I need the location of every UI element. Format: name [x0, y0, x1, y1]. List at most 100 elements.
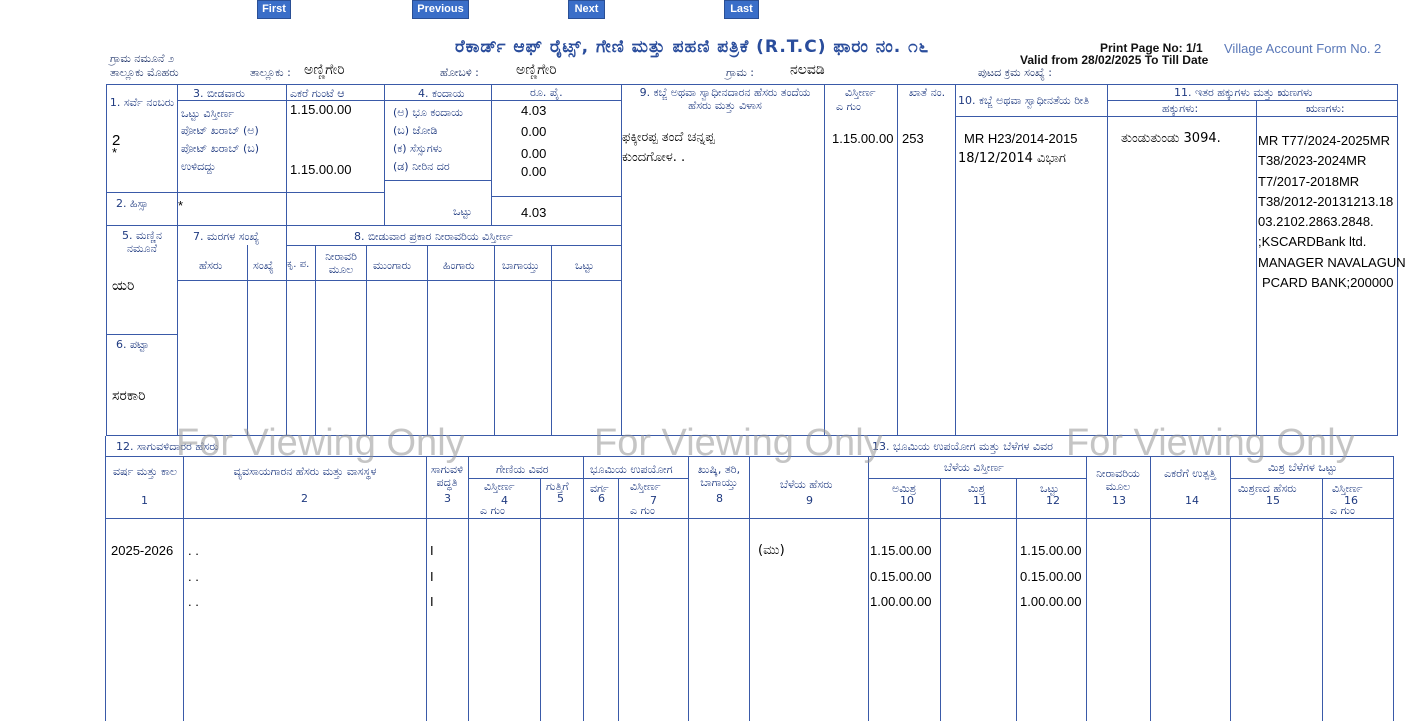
- owner-header: 9. ಕಬ್ಜೆ ಅಥವಾ ಸ್ವಾಧೀನದಾರನ ಹೆಸರು ತಂದೆಯ ಹೆ…: [639, 86, 811, 112]
- patta-label: 6. ಪಟ್ಟಾ: [116, 338, 149, 351]
- crop-total-area: 0.15.00.00: [1020, 569, 1082, 584]
- first-button[interactable]: First: [257, 0, 291, 19]
- soil-label: 5. ಮಣ್ಣಿನ ನಮೂನೆ: [122, 229, 162, 255]
- col-number: 8: [716, 492, 723, 505]
- owner-address: ಕುಂದಗೋಳ. .: [622, 150, 686, 165]
- col-crop-name-header: ಬೆಳೆಯ ಹೆಸರು: [780, 478, 833, 491]
- tree-label: 7. ಮರಗಳ ಸಂಖ್ಯೆ: [193, 230, 260, 243]
- crop-year: 2025-2026: [111, 543, 174, 558]
- village-value: ನಲವಡಿ: [790, 62, 825, 78]
- cess-label: (ಕ) ಸೆಸ್ಸುಗಳು: [393, 142, 443, 155]
- crop-cultivator: . .: [188, 543, 199, 558]
- rights-header: 11. ಇತರ ಹಕ್ಕುಗಳು ಮತ್ತು ಋಣಗಳು: [1174, 86, 1313, 99]
- hissa-label: 2. ಹಿಸ್ಸಾ: [116, 197, 149, 210]
- jodi-value: 0.00: [521, 124, 547, 139]
- watermark: For Viewing Only: [594, 422, 883, 464]
- rs-label: ರೂ. ಪೈ.: [530, 86, 563, 99]
- form-label: ಗ್ರಾಮ ನಮೂನೆ ೨: [110, 52, 175, 65]
- total-area-label: ಒಟ್ಟು ವಿಸ್ತೀರ್ಣ: [181, 107, 234, 120]
- col-number: 6: [598, 492, 605, 505]
- owner-area-units: ಎ ಗುಂ: [836, 100, 861, 113]
- owner-area-header: ವಿಸ್ತೀರ್ಣ: [845, 86, 876, 99]
- crop-cultivator: . .: [188, 569, 199, 584]
- col-landuse-header: ಭೂಮಿಯ ಉಪಯೋಗ: [590, 463, 673, 476]
- mutation-header: 10. ಕಬ್ಜೆ ಅಥವಾ ಸ್ವಾಧೀನತೆಯ ರೀತಿ: [958, 94, 1090, 107]
- tree-count-header: ಸಂಖ್ಯೆ: [253, 259, 274, 272]
- remaining-value: 1.15.00.00: [290, 162, 352, 177]
- patta-value: ಸರಕಾರಿ: [112, 388, 146, 404]
- col-number: 9: [806, 494, 813, 507]
- crop-method: I: [430, 543, 434, 558]
- survey-no-label: 1. ಸರ್ವೆ ನಂಬರು: [109, 96, 175, 109]
- total-area-value: 1.15.00.00: [290, 102, 352, 117]
- rights-sub-header: ಹಕ್ಕುಗಳು:: [1162, 102, 1199, 115]
- ottu-header: ಒಟ್ಟು: [575, 259, 594, 272]
- crop-pure-area: 1.00.00.00: [870, 594, 932, 609]
- col-number: 11: [973, 494, 987, 507]
- survey-star: *: [112, 145, 118, 160]
- col-number: 10: [900, 494, 914, 507]
- liability-line: 03.2102.2863.2848.: [1258, 214, 1374, 230]
- units-eg: ಎ ಗುಂ: [630, 504, 655, 517]
- liability-line: MR T77/2024-2025MR: [1258, 133, 1390, 148]
- last-button[interactable]: Last: [724, 0, 759, 19]
- bagayat-header: ಬಾಗಾಯ್ತು: [502, 259, 540, 272]
- liability-line: T38/2023-2024MR: [1258, 153, 1367, 169]
- rights-value: ತುಂಡುತುಂಡು 3094.: [1121, 131, 1221, 146]
- previous-button[interactable]: Previous: [412, 0, 469, 19]
- hobli-value: ಅಣ್ಣಿಗೇರಿ: [516, 62, 557, 78]
- page-title: ರೆಕಾರ್ಡ್ ಆಫ್ ರೈಟ್ಸ್, ಗೇಣಿ ಮತ್ತು ಪಹಣಿ ಪತ್…: [455, 37, 930, 57]
- tree-name-header: ಹೆಸರು: [199, 259, 223, 272]
- land-rev-value: 4.03: [521, 103, 547, 118]
- col-number: 3: [444, 492, 451, 505]
- khata-value: 253: [902, 131, 924, 146]
- form-name: Village Account Form No. 2: [1224, 41, 1382, 56]
- crop-name: (ಮು): [758, 543, 785, 558]
- col-yield-header: ಎಕರೆಗೆ ಉತ್ಪತ್ತಿ: [1164, 467, 1216, 480]
- crop-total-area: 1.15.00.00: [1020, 543, 1082, 558]
- col-irrigation-header: ನೀರಾವರಿಯ ಮೂಲ: [1096, 467, 1140, 493]
- ekare-header: ಎಕರೆ ಗುಂಟೆ ಆ: [290, 87, 345, 100]
- hissa-value: *: [178, 198, 184, 213]
- units-eg: ಎ ಗುಂ: [1330, 504, 1355, 517]
- total-value: 4.03: [521, 205, 547, 220]
- soil-value: ಯರಿ: [112, 278, 135, 294]
- page-serial-label: ಪುಟದ ಕ್ರಮ ಸಂಖ್ಯೆ :: [978, 66, 1052, 79]
- water-label: (ಡ) ನೀರಿನ ದರ: [393, 160, 450, 173]
- owner-name: ಫಕ್ಕೀರಪ್ಪ ತಂದೆ ಚನ್ನಪ್ಪ: [622, 130, 715, 145]
- liability-line: PCARD BANK;200000: [1262, 275, 1394, 291]
- remaining-label: ಉಳಿದದ್ದು: [181, 160, 216, 173]
- liability-line: T7/2017-2018MR: [1258, 173, 1360, 189]
- next-button[interactable]: Next: [568, 0, 605, 19]
- jodi-label: (ಬ) ಜೋಡಿ: [393, 124, 438, 137]
- crop-method: I: [430, 594, 434, 609]
- mutation-ref: MR H23/2014-2015: [964, 131, 1078, 146]
- owner-area-value: 1.15.00.00: [832, 131, 894, 146]
- water-value: 0.00: [521, 164, 547, 179]
- valid-from: Valid from 28/02/2025 To Till Date: [1020, 53, 1209, 67]
- mutation-date: 18/12/2014 ವಿಭಾಗ: [958, 151, 1066, 166]
- total-label: ಒಟ್ಟು: [453, 205, 472, 218]
- col-number: 15: [1266, 494, 1280, 507]
- col-crop-area-header: ಬೆಳೆಯ ವಿಸ್ತೀರ್ಣ: [944, 461, 1004, 474]
- liabilities-sub-header: ಋಣಗಳು:: [1306, 102, 1345, 115]
- col-method-header: ಸಾಗುವಳಿ ಪದ್ಧತಿ: [430, 463, 464, 489]
- section-13-label: 13. ಭೂಮಿಯ ಉಪಯೋಗ ಮತ್ತು ಬೆಳೆಗಳ ವಿವರ: [872, 440, 1054, 453]
- liability-line: ;KSCARDBank ltd.: [1258, 234, 1367, 250]
- revenue-label: 4. ಕಂದಾಯ: [418, 87, 465, 100]
- crop-pure-area: 0.15.00.00: [870, 569, 932, 584]
- units-eg: ಎ ಗುಂ: [480, 504, 505, 517]
- liabilities-list: MR T77/2024-2025MR T38/2023-2024MR T7/20…: [1258, 131, 1416, 293]
- col-number: 2: [301, 492, 308, 505]
- col-cultivator-header: ವ್ಯವಸಾಯಗಾರನ ಹೆಸರು ಮತ್ತು ವಾಸಸ್ಥಳ: [233, 465, 377, 478]
- hobli-label: ಹೋಬಳಿ :: [440, 66, 479, 79]
- pot-a-label: ಪೋಟ್ ಖರಾಬ್ (ಅ): [181, 124, 259, 137]
- crop-method: I: [430, 569, 434, 584]
- col-number: 1: [141, 494, 148, 507]
- crop-cultivator: . .: [188, 594, 199, 609]
- pot-b-label: ಪೋಟ್ ಖರಾಬ್ (ಬ): [181, 142, 260, 155]
- mungaru-header: ಮುಂಗಾರು: [373, 259, 411, 272]
- watermark: For Viewing Only: [1066, 422, 1355, 464]
- taluk-value: ಅಣ್ಣಿಗೇರಿ: [304, 62, 345, 78]
- liability-line: T38/2012-20131213.18: [1258, 193, 1394, 209]
